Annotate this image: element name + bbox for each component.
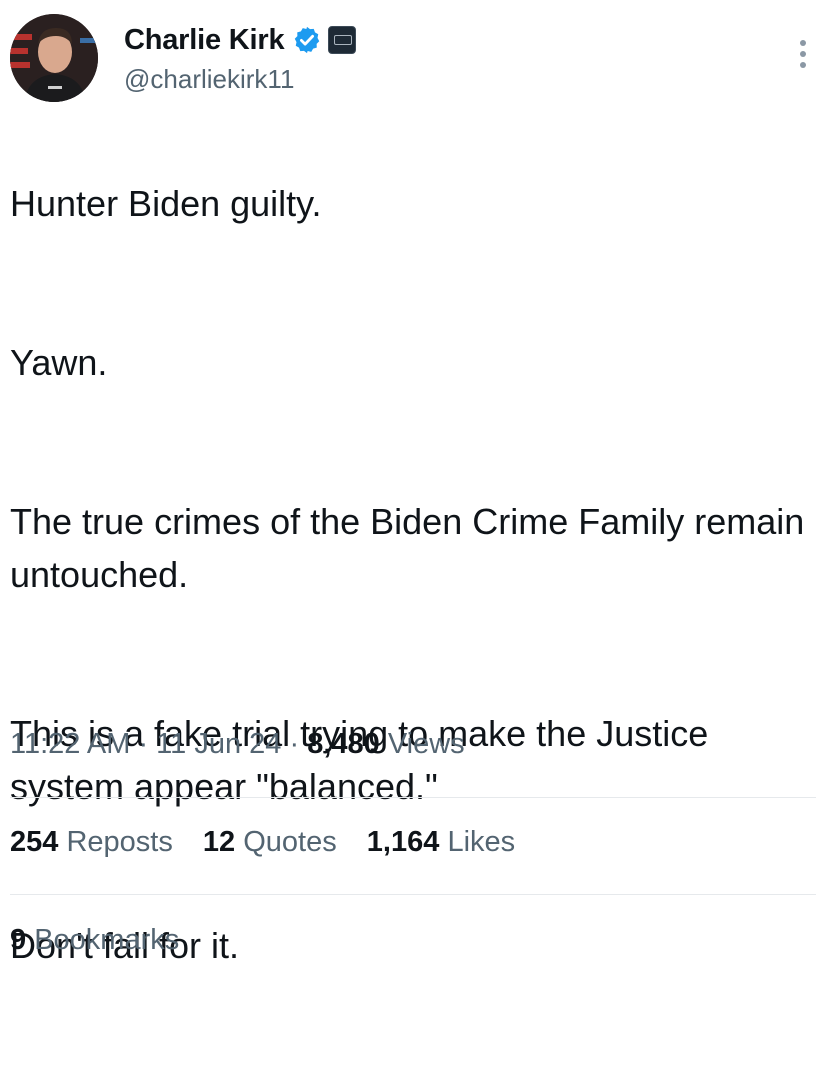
divider (10, 797, 816, 798)
verified-badge-icon (292, 25, 322, 55)
engagement-stats: 254 Reposts 12 Quotes 1,164 Likes (10, 826, 537, 859)
avatar[interactable] (10, 14, 98, 102)
display-name[interactable]: Charlie Kirk (124, 24, 285, 57)
dot (800, 51, 806, 57)
quotes-label: Quotes (243, 826, 337, 858)
separator: · (130, 728, 157, 760)
dot (800, 40, 806, 46)
name-row: Charlie Kirk (124, 20, 357, 60)
affiliate-badge-icon[interactable] (328, 26, 357, 54)
tweet-meta: 11:22 AM · 11 Jun 24 · 8,480 Views (10, 728, 465, 761)
reposts-count: 254 (10, 826, 59, 858)
likes-label: Likes (447, 826, 516, 858)
bookmarks-link[interactable]: 9 Bookmarks (10, 924, 179, 957)
more-options-icon[interactable] (798, 40, 808, 74)
tweet-paragraph: Yawn. (10, 342, 108, 383)
views-count: 8,480 (307, 728, 380, 760)
tweet-paragraph: Hunter Biden guilty. (10, 183, 322, 224)
quotes-link[interactable]: 12 Quotes (203, 826, 337, 858)
divider (10, 894, 816, 895)
tweet-header: Charlie Kirk @charliekirk11 (10, 14, 814, 106)
user-handle[interactable]: @charliekirk11 (124, 64, 294, 95)
tweet-time[interactable]: 11:22 AM (10, 728, 130, 760)
reposts-link[interactable]: 254 Reposts (10, 826, 173, 858)
dot (800, 62, 806, 68)
tweet-date[interactable]: 11 Jun 24 (156, 728, 281, 760)
reposts-label: Reposts (66, 826, 173, 858)
bookmarks-label: Bookmarks (34, 924, 180, 956)
bookmarks-count: 9 (10, 924, 27, 956)
tweet-paragraph: The true crimes of the Biden Crime Famil… (10, 501, 805, 595)
views-label: Views (387, 728, 465, 760)
separator: · (281, 728, 308, 760)
likes-link[interactable]: 1,164 Likes (367, 826, 515, 858)
quotes-count: 12 (202, 826, 236, 858)
likes-count: 1,164 (366, 826, 440, 858)
profile-photo-icon (10, 14, 98, 102)
